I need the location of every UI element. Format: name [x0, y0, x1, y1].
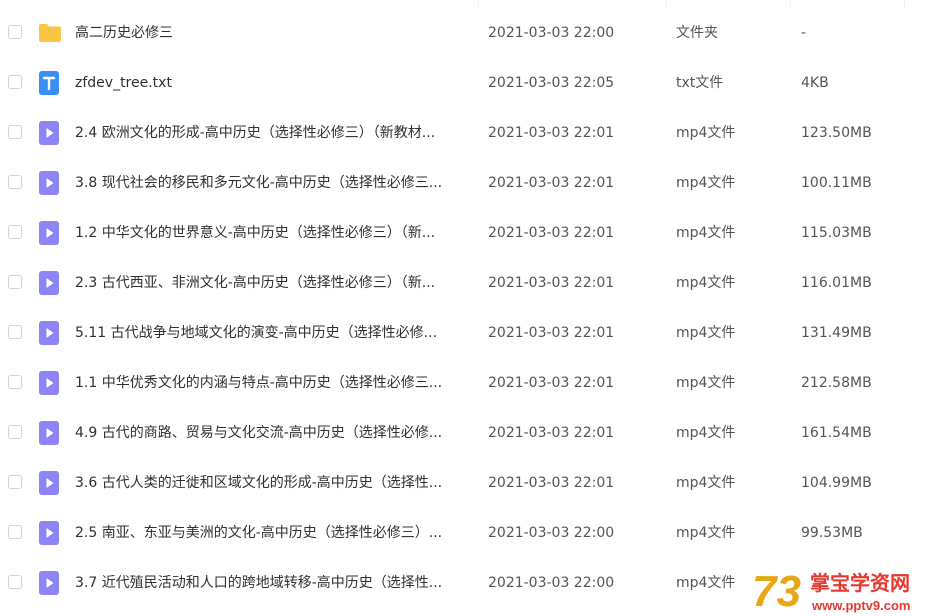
file-row[interactable]: 3.6 古代人类的迁徙和区域文化的形成-高中历史（选择性... 2021-03-0… — [0, 458, 936, 508]
file-row[interactable]: 高二历史必修三 2021-03-03 22:00 文件夹 - — [0, 8, 936, 58]
file-type: mp4文件 — [676, 325, 736, 341]
file-size: 123.50MB — [801, 125, 872, 141]
row-checkbox[interactable] — [8, 375, 22, 389]
video-file-icon — [38, 121, 60, 145]
file-date: 2021-03-03 22:01 — [488, 225, 615, 241]
file-row[interactable]: 1.2 中华文化的世界意义-高中历史（选择性必修三）（新... 2021-03-0… — [0, 208, 936, 258]
file-name[interactable]: 4.9 古代的商路、贸易与文化交流-高中历史（选择性必修... — [75, 408, 470, 458]
row-checkbox[interactable] — [8, 475, 22, 489]
file-date: 2021-03-03 22:01 — [488, 475, 615, 491]
file-size: 131.49MB — [801, 325, 872, 341]
video-file-icon — [38, 171, 60, 195]
file-type: mp4文件 — [676, 475, 736, 491]
column-divider — [478, 0, 479, 7]
file-name[interactable]: 高二历史必修三 — [75, 8, 470, 58]
file-type: mp4文件 — [676, 225, 736, 241]
row-checkbox[interactable] — [8, 225, 22, 239]
watermark-title: 掌宝学资网 — [810, 571, 910, 595]
file-size: - — [801, 25, 807, 41]
file-name[interactable]: 1.2 中华文化的世界意义-高中历史（选择性必修三）（新... — [75, 208, 470, 258]
file-size: 115.03MB — [801, 225, 872, 241]
site-watermark: 73 掌宝学资网 www.pptv9.com — [752, 567, 910, 616]
file-name[interactable]: 1.1 中华优秀文化的内涵与特点-高中历史（选择性必修三... — [75, 358, 470, 408]
file-date: 2021-03-03 22:05 — [488, 75, 615, 91]
column-header-strip — [0, 0, 936, 7]
video-file-icon — [38, 371, 60, 395]
file-type: mp4文件 — [676, 275, 736, 291]
row-checkbox[interactable] — [8, 325, 22, 339]
file-name[interactable]: 2.5 南亚、东亚与美洲的文化-高中历史（选择性必修三）... — [75, 508, 470, 558]
file-size: 212.58MB — [801, 375, 872, 391]
file-size: 104.99MB — [801, 475, 872, 491]
file-size: 99.53MB — [801, 525, 863, 541]
video-file-icon — [38, 521, 60, 545]
file-type: 文件夹 — [676, 25, 718, 41]
txt-file-icon — [38, 71, 60, 95]
file-type: mp4文件 — [676, 525, 736, 541]
column-divider — [666, 0, 667, 7]
video-file-icon — [38, 271, 60, 295]
file-date: 2021-03-03 22:00 — [488, 575, 615, 591]
file-type: txt文件 — [676, 75, 724, 91]
file-name[interactable]: 3.6 古代人类的迁徙和区域文化的形成-高中历史（选择性... — [75, 458, 470, 508]
row-checkbox[interactable] — [8, 575, 22, 589]
column-divider — [904, 0, 905, 7]
file-type: mp4文件 — [676, 425, 736, 441]
file-date: 2021-03-03 22:00 — [488, 25, 615, 41]
row-checkbox[interactable] — [8, 175, 22, 189]
video-file-icon — [38, 421, 60, 445]
file-size: 100.11MB — [801, 175, 872, 191]
file-date: 2021-03-03 22:01 — [488, 375, 615, 391]
file-type: mp4文件 — [676, 375, 736, 391]
file-name[interactable]: zfdev_tree.txt — [75, 58, 470, 108]
video-file-icon — [38, 321, 60, 345]
row-checkbox[interactable] — [8, 425, 22, 439]
file-size: 116.01MB — [801, 275, 872, 291]
file-name[interactable]: 5.11 古代战争与地域文化的演变-高中历史（选择性必修... — [75, 308, 470, 358]
watermark-logo: 73 — [752, 567, 801, 616]
file-name[interactable]: 3.7 近代殖民活动和人口的跨地域转移-高中历史（选择性... — [75, 558, 470, 608]
file-type: mp4文件 — [676, 175, 736, 191]
folder-icon — [38, 21, 61, 45]
video-file-icon — [38, 571, 60, 595]
column-divider — [790, 0, 791, 7]
file-date: 2021-03-03 22:00 — [488, 525, 615, 541]
file-row[interactable]: 5.11 古代战争与地域文化的演变-高中历史（选择性必修... 2021-03-0… — [0, 308, 936, 358]
row-checkbox[interactable] — [8, 275, 22, 289]
file-name[interactable]: 3.8 现代社会的移民和多元文化-高中历史（选择性必修三... — [75, 158, 470, 208]
row-checkbox[interactable] — [8, 75, 22, 89]
file-row[interactable]: zfdev_tree.txt 2021-03-03 22:05 txt文件 4KB — [0, 58, 936, 108]
file-date: 2021-03-03 22:01 — [488, 175, 615, 191]
file-size: 161.54MB — [801, 425, 872, 441]
row-checkbox[interactable] — [8, 25, 22, 39]
file-row[interactable]: 1.1 中华优秀文化的内涵与特点-高中历史（选择性必修三... 2021-03-0… — [0, 358, 936, 408]
file-date: 2021-03-03 22:01 — [488, 125, 615, 141]
file-list: 高二历史必修三 2021-03-03 22:00 文件夹 - zfdev_tree.tx… — [0, 8, 936, 608]
file-row[interactable]: 3.8 现代社会的移民和多元文化-高中历史（选择性必修三... 2021-03-0… — [0, 158, 936, 208]
file-date: 2021-03-03 22:01 — [488, 275, 615, 291]
file-row[interactable]: 2.3 古代西亚、非洲文化-高中历史（选择性必修三）（新... 2021-03-0… — [0, 258, 936, 308]
row-checkbox[interactable] — [8, 125, 22, 139]
file-date: 2021-03-03 22:01 — [488, 425, 615, 441]
file-row[interactable]: 2.5 南亚、东亚与美洲的文化-高中历史（选择性必修三）... 2021-03-0… — [0, 508, 936, 558]
file-row[interactable]: 2.4 欧洲文化的形成-高中历史（选择性必修三）（新教材... 2021-03-0… — [0, 108, 936, 158]
row-checkbox[interactable] — [8, 525, 22, 539]
file-row[interactable]: 4.9 古代的商路、贸易与文化交流-高中历史（选择性必修... 2021-03-0… — [0, 408, 936, 458]
video-file-icon — [38, 221, 60, 245]
file-type: mp4文件 — [676, 125, 736, 141]
file-date: 2021-03-03 22:01 — [488, 325, 615, 341]
file-name[interactable]: 2.3 古代西亚、非洲文化-高中历史（选择性必修三）（新... — [75, 258, 470, 308]
watermark-url: www.pptv9.com — [811, 598, 910, 613]
file-name[interactable]: 2.4 欧洲文化的形成-高中历史（选择性必修三）（新教材... — [75, 108, 470, 158]
file-size: 4KB — [801, 75, 829, 91]
video-file-icon — [38, 471, 60, 495]
file-type: mp4文件 — [676, 575, 736, 591]
